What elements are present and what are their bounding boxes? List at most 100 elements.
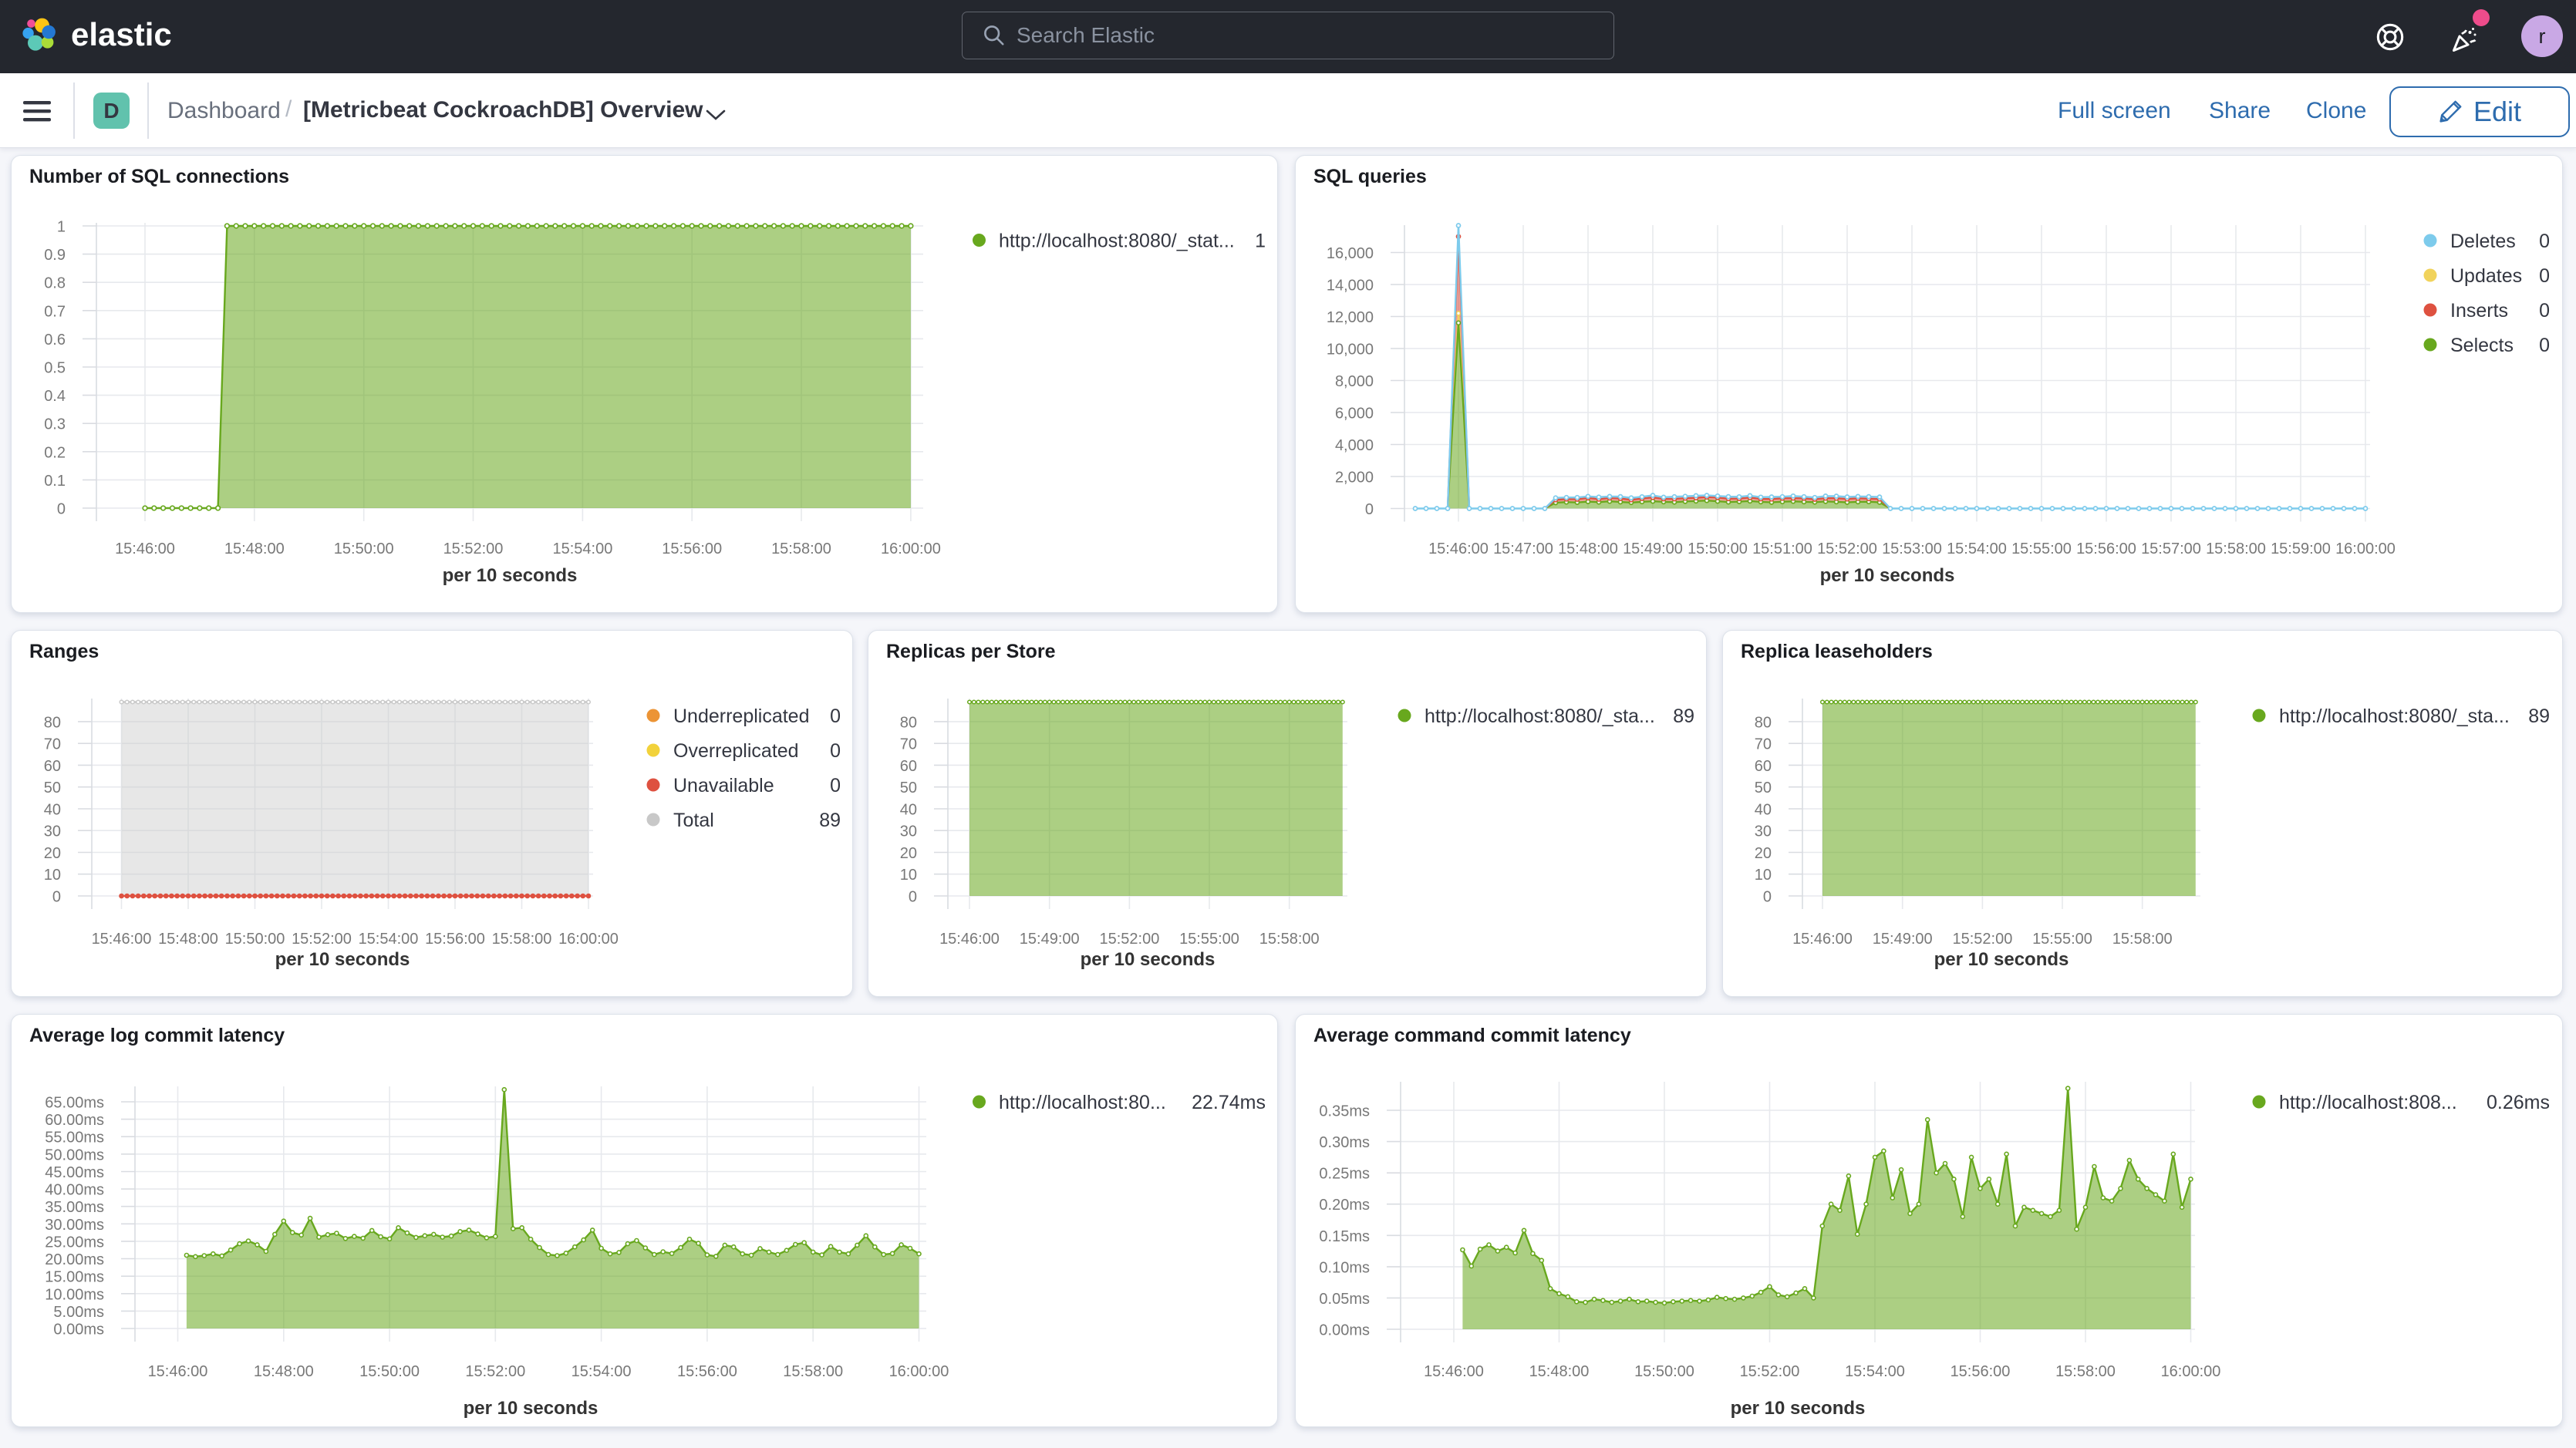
svg-text:0.5: 0.5 bbox=[44, 360, 66, 377]
svg-text:60.00ms: 60.00ms bbox=[45, 1112, 104, 1129]
svg-text:15:58:00: 15:58:00 bbox=[492, 931, 552, 948]
svg-text:15:46:00: 15:46:00 bbox=[1424, 1363, 1484, 1380]
svg-text:0.20ms: 0.20ms bbox=[1319, 1197, 1370, 1214]
svg-text:0.30ms: 0.30ms bbox=[1319, 1134, 1370, 1151]
svg-text:16,000: 16,000 bbox=[1327, 245, 1374, 262]
svg-text:Number of SQL connections: Number of SQL connections bbox=[29, 166, 289, 187]
svg-text:15:57:00: 15:57:00 bbox=[2141, 540, 2201, 557]
svg-text:60: 60 bbox=[1755, 758, 1772, 775]
svg-text:16:00:00: 16:00:00 bbox=[558, 931, 619, 948]
svg-text:6,000: 6,000 bbox=[1335, 406, 1374, 423]
svg-text:15:58:00: 15:58:00 bbox=[771, 540, 831, 557]
svg-text:15:54:00: 15:54:00 bbox=[1845, 1363, 1905, 1380]
svg-text:55.00ms: 55.00ms bbox=[45, 1130, 104, 1147]
svg-text:0.15ms: 0.15ms bbox=[1319, 1228, 1370, 1245]
svg-text:http://localhost:8080/_stat...: http://localhost:8080/_stat... bbox=[999, 231, 1235, 252]
svg-text:Total: Total bbox=[673, 810, 714, 831]
svg-text:15:50:00: 15:50:00 bbox=[1688, 540, 1748, 557]
svg-text:15:54:00: 15:54:00 bbox=[552, 540, 612, 557]
svg-text:0.4: 0.4 bbox=[44, 388, 66, 405]
svg-text:50: 50 bbox=[44, 780, 61, 796]
svg-text:15:56:00: 15:56:00 bbox=[1951, 1363, 2011, 1380]
svg-text:15:48:00: 15:48:00 bbox=[1529, 1363, 1590, 1380]
svg-text:15:58:00: 15:58:00 bbox=[2055, 1363, 2116, 1380]
svg-text:80: 80 bbox=[900, 714, 917, 731]
svg-text:15:55:00: 15:55:00 bbox=[1179, 931, 1239, 948]
svg-text:15:56:00: 15:56:00 bbox=[2076, 540, 2136, 557]
svg-text:60: 60 bbox=[44, 758, 61, 775]
svg-text:15:58:00: 15:58:00 bbox=[2206, 540, 2266, 557]
svg-text:0.05ms: 0.05ms bbox=[1319, 1291, 1370, 1308]
svg-text:0.00ms: 0.00ms bbox=[1319, 1322, 1370, 1339]
svg-text:70: 70 bbox=[900, 736, 917, 753]
svg-text:50: 50 bbox=[1755, 780, 1772, 796]
svg-text:0: 0 bbox=[830, 775, 841, 796]
svg-text:80: 80 bbox=[44, 714, 61, 731]
svg-text:15:46:00: 15:46:00 bbox=[939, 931, 1000, 948]
svg-text:0.10ms: 0.10ms bbox=[1319, 1259, 1370, 1276]
svg-text:0.3: 0.3 bbox=[44, 416, 66, 433]
svg-text:Average log commit latency: Average log commit latency bbox=[29, 1025, 285, 1046]
svg-text:16:00:00: 16:00:00 bbox=[889, 1363, 949, 1380]
svg-text:89: 89 bbox=[819, 810, 841, 831]
svg-text:0.00ms: 0.00ms bbox=[53, 1322, 104, 1339]
svg-text:15:51:00: 15:51:00 bbox=[1752, 540, 1812, 557]
svg-text:20: 20 bbox=[900, 845, 917, 862]
svg-text:Unavailable: Unavailable bbox=[673, 775, 774, 796]
svg-text:0: 0 bbox=[909, 889, 917, 906]
svg-text:15:50:00: 15:50:00 bbox=[225, 931, 285, 948]
svg-text:45.00ms: 45.00ms bbox=[45, 1164, 104, 1181]
svg-text:10,000: 10,000 bbox=[1327, 342, 1374, 359]
svg-text:15:54:00: 15:54:00 bbox=[572, 1363, 632, 1380]
svg-text:Overreplicated: Overreplicated bbox=[673, 740, 799, 762]
svg-text:per 10 seconds: per 10 seconds bbox=[1934, 949, 2069, 970]
svg-text:40: 40 bbox=[1755, 802, 1772, 819]
svg-text:20: 20 bbox=[1755, 845, 1772, 862]
svg-text:Average command commit latency: Average command commit latency bbox=[1313, 1025, 1631, 1046]
svg-text:1: 1 bbox=[57, 219, 66, 236]
svg-text:50.00ms: 50.00ms bbox=[45, 1147, 104, 1163]
svg-text:SQL queries: SQL queries bbox=[1313, 166, 1427, 187]
svg-text:12,000: 12,000 bbox=[1327, 309, 1374, 326]
svg-text:15:59:00: 15:59:00 bbox=[2271, 540, 2331, 557]
svg-text:per 10 seconds: per 10 seconds bbox=[443, 565, 578, 586]
svg-text:per 10 seconds: per 10 seconds bbox=[1820, 565, 1955, 586]
svg-text:30: 30 bbox=[900, 823, 917, 840]
svg-text:15:48:00: 15:48:00 bbox=[224, 540, 285, 557]
svg-text:1: 1 bbox=[1255, 231, 1266, 252]
svg-text:15:52:00: 15:52:00 bbox=[1952, 931, 2012, 948]
svg-text:0.6: 0.6 bbox=[44, 332, 66, 349]
svg-text:70: 70 bbox=[1755, 736, 1772, 753]
svg-text:http://localhost:80...: http://localhost:80... bbox=[999, 1092, 1166, 1113]
svg-text:per 10 seconds: per 10 seconds bbox=[275, 949, 410, 970]
svg-text:15:56:00: 15:56:00 bbox=[425, 931, 485, 948]
svg-text:15:46:00: 15:46:00 bbox=[92, 931, 152, 948]
svg-text:0.2: 0.2 bbox=[44, 444, 66, 461]
svg-text:15:53:00: 15:53:00 bbox=[1882, 540, 1942, 557]
svg-text:15:52:00: 15:52:00 bbox=[1740, 1363, 1800, 1380]
svg-text:40: 40 bbox=[44, 802, 61, 819]
svg-text:per 10 seconds: per 10 seconds bbox=[464, 1398, 598, 1419]
svg-text:89: 89 bbox=[1673, 705, 1694, 727]
svg-text:30.00ms: 30.00ms bbox=[45, 1217, 104, 1234]
svg-text:15:54:00: 15:54:00 bbox=[1947, 540, 2007, 557]
svg-text:89: 89 bbox=[2528, 705, 2550, 727]
svg-text:0: 0 bbox=[830, 740, 841, 762]
svg-text:Updates: Updates bbox=[2450, 265, 2522, 287]
svg-text:60: 60 bbox=[900, 758, 917, 775]
svg-text:Inserts: Inserts bbox=[2450, 300, 2508, 322]
svg-text:16:00:00: 16:00:00 bbox=[881, 540, 941, 557]
svg-text:15.00ms: 15.00ms bbox=[45, 1269, 104, 1286]
svg-text:16:00:00: 16:00:00 bbox=[2161, 1363, 2221, 1380]
svg-text:15:48:00: 15:48:00 bbox=[254, 1363, 314, 1380]
svg-text:16:00:00: 16:00:00 bbox=[2335, 540, 2396, 557]
svg-text:0: 0 bbox=[1365, 501, 1374, 518]
svg-text:40.00ms: 40.00ms bbox=[45, 1182, 104, 1199]
svg-text:15:58:00: 15:58:00 bbox=[1259, 931, 1320, 948]
svg-text:Ranges: Ranges bbox=[29, 641, 99, 662]
svg-text:15:52:00: 15:52:00 bbox=[1817, 540, 1877, 557]
svg-text:30: 30 bbox=[44, 823, 61, 840]
svg-text:15:50:00: 15:50:00 bbox=[359, 1363, 420, 1380]
svg-text:Underreplicated: Underreplicated bbox=[673, 705, 810, 727]
svg-text:15:55:00: 15:55:00 bbox=[2032, 931, 2092, 948]
